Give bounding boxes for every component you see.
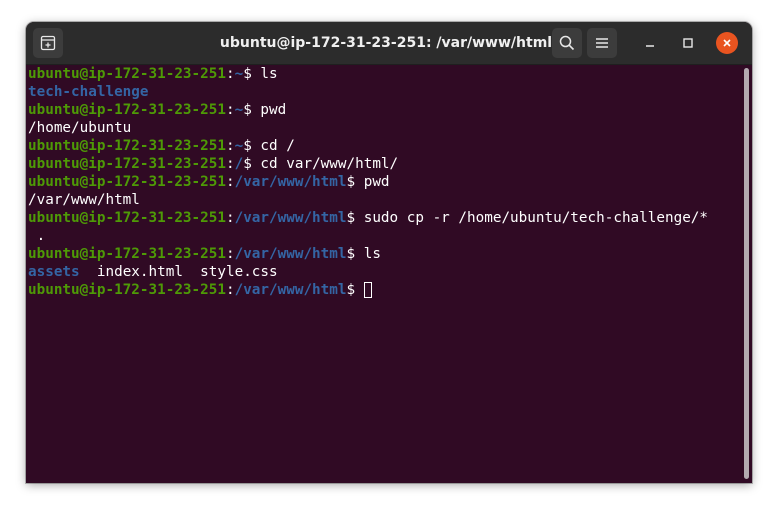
- terminal-prompt-line: ubuntu@ip-172-31-23-251:/var/www/html$ l…: [28, 246, 381, 262]
- prompt-user-host: ubuntu@ip-172-31-23-251: [28, 210, 226, 226]
- prompt-user-host: ubuntu@ip-172-31-23-251: [28, 156, 226, 172]
- directory-name: tech-challenge: [28, 84, 149, 100]
- output-text: /var/www/html: [28, 192, 140, 208]
- terminal-prompt-line: ubuntu@ip-172-31-23-251:~$ cd /: [28, 138, 295, 154]
- terminal-prompt-line: ubuntu@ip-172-31-23-251:/var/www/html$ s…: [28, 210, 709, 226]
- command-text: ls: [363, 246, 381, 262]
- command-text: ls: [260, 66, 278, 82]
- prompt-path: /var/www/html: [234, 174, 347, 190]
- close-icon: [723, 39, 731, 47]
- prompt-user-host: ubuntu@ip-172-31-23-251: [28, 282, 226, 298]
- directory-name: assets: [28, 264, 80, 280]
- text-cursor: [363, 282, 372, 298]
- new-tab-icon: [40, 35, 56, 51]
- command-text: cd /: [260, 138, 295, 154]
- prompt-path: ~: [234, 138, 244, 154]
- command-text: pwd: [260, 102, 287, 118]
- search-button[interactable]: [552, 28, 582, 58]
- terminal-window: ubuntu@ip-172-31-23-251: /var/www/html u…: [26, 22, 752, 483]
- maximize-icon: [683, 38, 693, 48]
- prompt-path: /var/www/html: [234, 210, 347, 226]
- hamburger-menu-icon: [596, 38, 608, 48]
- prompt-path: /: [234, 156, 244, 172]
- prompt-user-host: ubuntu@ip-172-31-23-251: [28, 102, 226, 118]
- prompt-user-host: ubuntu@ip-172-31-23-251: [28, 246, 226, 262]
- search-icon: [559, 35, 575, 51]
- minimize-icon: [646, 45, 654, 47]
- terminal-output-line: /home/ubuntu: [28, 119, 738, 137]
- terminal-output-line: tech-challenge: [28, 83, 738, 101]
- terminal-prompt-line: ubuntu@ip-172-31-23-251:/var/www/html$ p…: [28, 174, 390, 190]
- prompt-user-host: ubuntu@ip-172-31-23-251: [28, 138, 226, 154]
- terminal-prompt-line: ubuntu@ip-172-31-23-251:/var/www/html$: [28, 281, 738, 299]
- minimize-button[interactable]: [639, 32, 661, 54]
- terminal-output[interactable]: ubuntu@ip-172-31-23-251:~$ ls tech-challe…: [26, 65, 738, 483]
- prompt-path: /var/www/html: [234, 282, 347, 298]
- window-title: ubuntu@ip-172-31-23-251: /var/www/html: [219, 35, 553, 51]
- prompt-path: ~: [234, 102, 244, 118]
- terminal-output-line: assets index.html style.css: [28, 263, 738, 281]
- command-text: cd var/www/html/: [260, 156, 399, 172]
- command-text: pwd: [363, 174, 390, 190]
- output-text: .: [28, 228, 46, 244]
- title-bar: ubuntu@ip-172-31-23-251: /var/www/html: [26, 22, 752, 65]
- menu-button[interactable]: [587, 28, 617, 58]
- prompt-path: /var/www/html: [234, 246, 347, 262]
- terminal-prompt-line: ubuntu@ip-172-31-23-251:/$ cd var/www/ht…: [28, 156, 399, 172]
- close-button[interactable]: [716, 32, 738, 54]
- maximize-button[interactable]: [677, 32, 699, 54]
- output-text: /home/ubuntu: [28, 120, 132, 136]
- prompt-user-host: ubuntu@ip-172-31-23-251: [28, 174, 226, 190]
- terminal-output-line: .: [28, 227, 738, 245]
- terminal-output-line: /var/www/html: [28, 191, 738, 209]
- new-tab-button[interactable]: [33, 28, 63, 58]
- output-text: index.html style.css: [79, 264, 278, 280]
- terminal-prompt-line: ubuntu@ip-172-31-23-251:~$ ls: [28, 66, 278, 82]
- command-text: sudo cp -r /home/ubuntu/tech-challenge/*: [363, 210, 709, 226]
- terminal-prompt-line: ubuntu@ip-172-31-23-251:~$ pwd: [28, 102, 287, 118]
- prompt-path: ~: [234, 66, 244, 82]
- scrollbar[interactable]: [744, 68, 749, 479]
- prompt-user-host: ubuntu@ip-172-31-23-251: [28, 66, 226, 82]
